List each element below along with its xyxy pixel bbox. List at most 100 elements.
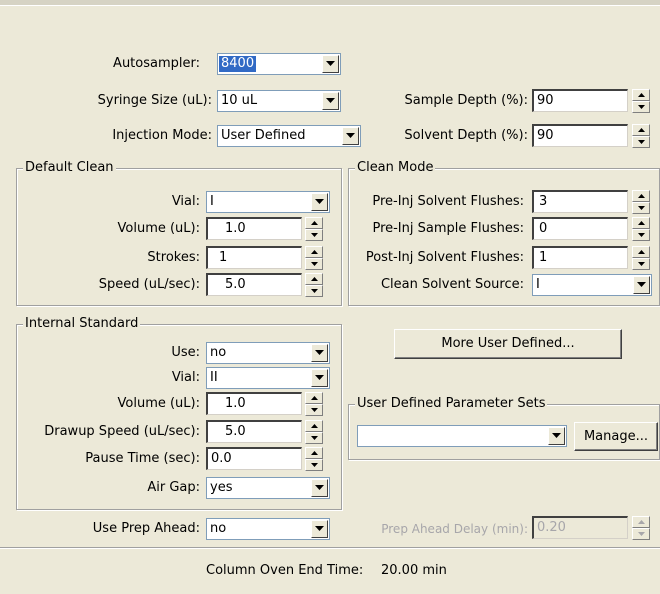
syringe-size-label: Syringe Size (uL): bbox=[97, 93, 212, 108]
spin-down-button[interactable] bbox=[632, 528, 650, 540]
spin-up-button[interactable] bbox=[305, 447, 323, 459]
drawup-speed-spinner[interactable] bbox=[305, 420, 323, 444]
oven-end-time-value: 20.00 min bbox=[381, 563, 447, 578]
spin-up-button[interactable] bbox=[305, 246, 323, 258]
spin-up-button[interactable] bbox=[632, 89, 650, 101]
spin-down-button[interactable] bbox=[632, 229, 650, 241]
strokes-value: 1 bbox=[219, 250, 228, 265]
istd-use-label: Use: bbox=[171, 345, 200, 360]
istd-vial-label: Vial: bbox=[171, 370, 200, 385]
clean-vial-value: I bbox=[210, 194, 214, 209]
istd-vial-select[interactable]: II bbox=[206, 367, 330, 389]
strokes-field[interactable]: 1 bbox=[206, 246, 302, 269]
syringe-size-select[interactable]: 10 uL bbox=[217, 90, 341, 112]
pre-sample-field[interactable]: 0 bbox=[532, 217, 628, 240]
clean-speed-field[interactable]: 5.0 bbox=[206, 273, 302, 296]
istd-volume-spinner[interactable] bbox=[305, 392, 323, 416]
spin-up-button[interactable] bbox=[632, 246, 650, 258]
spin-down-button[interactable] bbox=[632, 136, 650, 148]
sample-depth-spinner[interactable] bbox=[632, 89, 650, 113]
clean-vial-label: Vial: bbox=[171, 194, 200, 209]
air-gap-select[interactable]: yes bbox=[206, 477, 330, 499]
chevron-down-icon[interactable] bbox=[311, 193, 328, 211]
spin-down-button[interactable] bbox=[305, 258, 323, 270]
drawup-speed-field[interactable]: 5.0 bbox=[206, 420, 302, 443]
chevron-down-icon[interactable] bbox=[322, 92, 339, 110]
parameter-sets-select[interactable] bbox=[357, 425, 567, 447]
istd-volume-label: Volume (uL): bbox=[117, 396, 201, 411]
chevron-down-icon[interactable] bbox=[342, 127, 359, 145]
use-prep-ahead-value: no bbox=[210, 521, 227, 536]
istd-volume-field[interactable]: 1.0 bbox=[206, 392, 302, 415]
chevron-down-icon[interactable] bbox=[322, 55, 339, 73]
pre-solvent-spinner[interactable] bbox=[632, 190, 650, 214]
injection-mode-select[interactable]: User Defined bbox=[217, 125, 361, 147]
istd-use-value: no bbox=[210, 345, 227, 360]
clean-volume-label: Volume (uL): bbox=[117, 221, 201, 236]
chevron-down-icon[interactable] bbox=[311, 344, 328, 362]
spin-down-button[interactable] bbox=[632, 202, 650, 214]
autosampler-select[interactable]: 8400 bbox=[217, 53, 341, 75]
spin-down-button[interactable] bbox=[305, 285, 323, 297]
spin-up-button[interactable] bbox=[632, 516, 650, 528]
spin-down-button[interactable] bbox=[305, 432, 323, 444]
spin-up-button[interactable] bbox=[305, 420, 323, 432]
spin-down-button[interactable] bbox=[632, 258, 650, 270]
autosampler-value: 8400 bbox=[219, 56, 257, 72]
spin-up-button[interactable] bbox=[632, 217, 650, 229]
manage-button[interactable]: Manage... bbox=[574, 422, 658, 451]
chevron-down-icon[interactable] bbox=[311, 369, 328, 387]
pre-solvent-label: Pre-Inj Solvent Flushes: bbox=[372, 194, 524, 209]
sample-depth-field[interactable]: 90 bbox=[532, 89, 628, 112]
pause-time-field[interactable]: 0.0 bbox=[206, 447, 302, 470]
post-solvent-field[interactable]: 1 bbox=[532, 246, 628, 269]
pre-sample-value: 0 bbox=[539, 221, 548, 236]
pre-sample-spinner[interactable] bbox=[632, 217, 650, 241]
chevron-down-icon[interactable] bbox=[311, 479, 328, 497]
clean-source-select[interactable]: I bbox=[532, 274, 652, 296]
solvent-depth-value: 90 bbox=[537, 128, 554, 143]
injection-mode-value: User Defined bbox=[221, 128, 306, 143]
istd-use-select[interactable]: no bbox=[206, 342, 330, 364]
chevron-down-icon[interactable] bbox=[633, 276, 650, 294]
clean-speed-spinner[interactable] bbox=[305, 273, 323, 297]
prep-ahead-delay-field[interactable]: 0.20 bbox=[532, 516, 628, 539]
chevron-down-icon[interactable] bbox=[311, 520, 328, 538]
spin-up-button[interactable] bbox=[305, 392, 323, 404]
solvent-depth-label: Solvent Depth (%): bbox=[404, 128, 528, 143]
pre-solvent-field[interactable]: 3 bbox=[532, 190, 628, 213]
sample-depth-label: Sample Depth (%): bbox=[404, 93, 528, 108]
internal-standard-title: Internal Standard bbox=[23, 316, 141, 332]
spin-up-button[interactable] bbox=[632, 124, 650, 136]
spin-up-button[interactable] bbox=[305, 217, 323, 229]
post-solvent-value: 1 bbox=[539, 250, 548, 265]
clean-speed-value: 5.0 bbox=[225, 277, 246, 292]
strokes-spinner[interactable] bbox=[305, 246, 323, 270]
solvent-depth-field[interactable]: 90 bbox=[532, 124, 628, 147]
clean-source-value: I bbox=[536, 277, 540, 292]
chevron-down-icon[interactable] bbox=[548, 427, 565, 445]
use-prep-ahead-label: Use Prep Ahead: bbox=[92, 521, 200, 536]
syringe-size-value: 10 uL bbox=[221, 93, 258, 108]
spin-up-button[interactable] bbox=[305, 273, 323, 285]
pause-time-spinner[interactable] bbox=[305, 447, 323, 471]
post-solvent-label: Post-Inj Solvent Flushes: bbox=[365, 250, 524, 265]
spin-down-button[interactable] bbox=[305, 229, 323, 241]
solvent-depth-spinner[interactable] bbox=[632, 124, 650, 148]
post-solvent-spinner[interactable] bbox=[632, 246, 650, 270]
spin-up-button[interactable] bbox=[632, 190, 650, 202]
clean-volume-field[interactable]: 1.0 bbox=[206, 217, 302, 240]
spin-down-button[interactable] bbox=[305, 459, 323, 471]
prep-ahead-delay-value: 0.20 bbox=[537, 520, 566, 535]
more-user-defined-button[interactable]: More User Defined... bbox=[394, 329, 622, 359]
clean-vial-select[interactable]: I bbox=[206, 191, 330, 213]
spin-down-button[interactable] bbox=[305, 404, 323, 416]
prep-ahead-delay-spinner[interactable] bbox=[632, 516, 650, 540]
clean-volume-spinner[interactable] bbox=[305, 217, 323, 241]
pause-time-value: 0.0 bbox=[211, 451, 232, 466]
use-prep-ahead-select[interactable]: no bbox=[206, 518, 330, 540]
clean-volume-value: 1.0 bbox=[225, 221, 246, 236]
injection-mode-label: Injection Mode: bbox=[112, 128, 212, 143]
spin-down-button[interactable] bbox=[632, 101, 650, 113]
clean-mode-title: Clean Mode bbox=[355, 160, 436, 176]
